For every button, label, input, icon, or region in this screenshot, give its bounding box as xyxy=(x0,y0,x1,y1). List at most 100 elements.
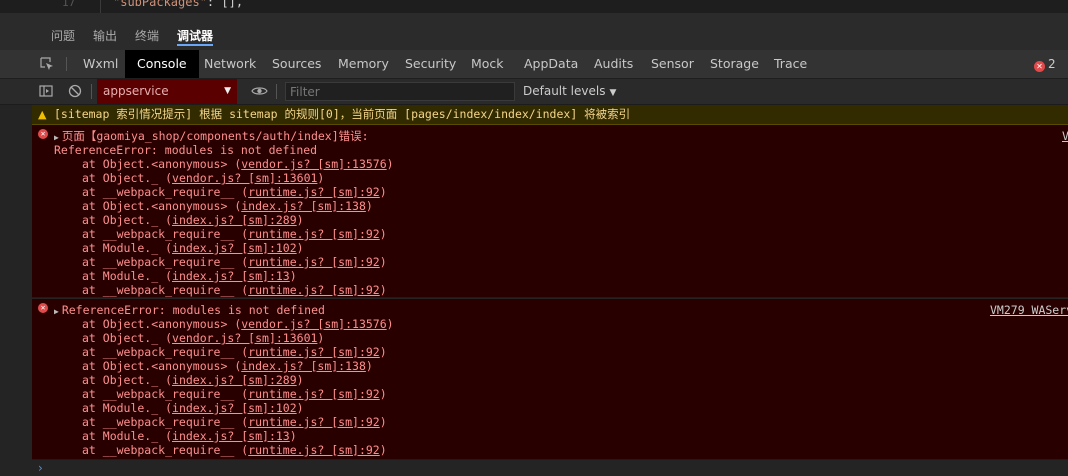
frame-close-paren: ) xyxy=(289,429,297,443)
stack-frame: at __webpack_require__ (runtime.js? [sm]… xyxy=(82,443,387,457)
stack-frame: at Object._ (vendor.js? [sm]:13601) xyxy=(82,171,324,185)
error-header[interactable]: ▶ ReferenceError: modules is not defined xyxy=(54,303,325,317)
stack-frame: at __webpack_require__ (runtime.js? [sm]… xyxy=(82,255,387,269)
log-levels-dropdown[interactable]: Default levels ▼ xyxy=(523,79,616,104)
frame-close-paren: ) xyxy=(386,317,394,331)
frame-function: at Object._ ( xyxy=(82,213,173,227)
error-count-badge[interactable]: ✕ 2 xyxy=(1034,50,1056,78)
warning-icon: ▲ xyxy=(38,108,47,121)
eye-icon[interactable] xyxy=(251,84,268,98)
frame-close-paren: ) xyxy=(296,241,304,255)
stack-frame: at Module._ (index.js? [sm]:102) xyxy=(82,241,304,255)
clear-console-icon[interactable] xyxy=(68,84,82,98)
tab-problems[interactable]: 问题 xyxy=(51,27,75,44)
stack-frame: at __webpack_require__ (runtime.js? [sm]… xyxy=(82,283,387,297)
inspect-element-icon[interactable] xyxy=(40,57,54,71)
frame-close-paren: ) xyxy=(365,199,373,213)
stack-frame: at Object.<anonymous> (vendor.js? [sm]:1… xyxy=(82,317,394,331)
frame-function: at __webpack_require__ ( xyxy=(82,443,249,457)
frame-location-link[interactable]: index.js? [sm]:102 xyxy=(172,241,297,255)
frame-location-link[interactable]: runtime.js? [sm]:92 xyxy=(248,227,380,241)
code-key: "subPackages" xyxy=(113,0,207,9)
stack-frame: at Object.<anonymous> (vendor.js? [sm]:1… xyxy=(82,157,394,171)
console-warning[interactable]: ▲ [sitemap 索引情况提示] 根据 sitemap 的规则[0]，当前页… xyxy=(32,105,1068,125)
tab-audits[interactable]: Audits xyxy=(594,50,633,78)
frame-function: at Object.<anonymous> ( xyxy=(82,157,242,171)
console-error[interactable]: ✕ ▶ ReferenceError: modules is not define… xyxy=(32,299,1068,460)
toggle-sidebar-icon[interactable] xyxy=(39,84,53,98)
error-source-link[interactable]: VM279 WAServ xyxy=(990,303,1068,317)
toolbar-separator xyxy=(276,84,277,99)
stack-frame: at Object._ (index.js? [sm]:289) xyxy=(82,373,304,387)
expand-triangle-icon[interactable]: ▶ xyxy=(54,307,59,316)
console-toolbar: appservice ▼ Default levels▼ xyxy=(0,79,1068,105)
frame-location-link[interactable]: runtime.js? [sm]:92 xyxy=(248,443,380,457)
frame-location-link[interactable]: vendor.js? [sm]:13576 xyxy=(241,317,386,331)
filter-input[interactable] xyxy=(285,82,515,101)
frame-location-link[interactable]: index.js? [sm]:138 xyxy=(241,199,366,213)
frame-location-link[interactable]: index.js? [sm]:138 xyxy=(241,359,366,373)
stack-frame: at Module._ (index.js? [sm]:13) xyxy=(82,429,297,443)
tab-trace[interactable]: Trace xyxy=(774,50,807,78)
frame-location-link[interactable]: index.js? [sm]:289 xyxy=(172,213,297,227)
tab-mock[interactable]: Mock xyxy=(471,50,504,78)
frame-function: at Module._ ( xyxy=(82,241,173,255)
error-source-link[interactable]: V xyxy=(1062,129,1068,143)
tab-network[interactable]: Network xyxy=(204,50,256,78)
line-gutter: 17 xyxy=(0,0,98,13)
frame-close-paren: ) xyxy=(296,373,304,387)
tab-appdata[interactable]: AppData xyxy=(524,50,578,78)
error-header-text: ReferenceError: modules is not defined xyxy=(61,303,325,317)
stack-frame: at __webpack_require__ (runtime.js? [sm]… xyxy=(82,345,387,359)
tab-storage[interactable]: Storage xyxy=(710,50,759,78)
frame-location-link[interactable]: index.js? [sm]:289 xyxy=(172,373,297,387)
frame-location-link[interactable]: runtime.js? [sm]:92 xyxy=(248,415,380,429)
stack-frame: at __webpack_require__ (runtime.js? [sm]… xyxy=(82,415,387,429)
expand-triangle-icon[interactable]: ▶ xyxy=(54,133,59,142)
tab-security[interactable]: Security xyxy=(405,50,456,78)
frame-location-link[interactable]: vendor.js? [sm]:13601 xyxy=(172,331,317,345)
frame-function: at Object.<anonymous> ( xyxy=(82,317,242,331)
tab-sources[interactable]: Sources xyxy=(272,50,321,78)
toolbar-separator xyxy=(91,84,92,99)
stack-frame: at Object._ (index.js? [sm]:289) xyxy=(82,213,304,227)
frame-function: at __webpack_require__ ( xyxy=(82,255,249,269)
tab-output[interactable]: 输出 xyxy=(93,27,117,44)
stack-frame: at Module._ (index.js? [sm]:13) xyxy=(82,269,297,283)
frame-close-paren: ) xyxy=(379,185,387,199)
frame-function: at Module._ ( xyxy=(82,429,173,443)
tab-debugger[interactable]: 调试器 xyxy=(177,27,214,46)
console-prompt[interactable]: › xyxy=(32,460,1068,476)
stack-frame: at __webpack_require__ (runtime.js? [sm]… xyxy=(82,387,387,401)
console-error[interactable]: ✕ ▶ 页面【gaomiya_shop/components/auth/index… xyxy=(32,125,1068,298)
indent-guide xyxy=(100,0,101,13)
frame-close-paren: ) xyxy=(289,269,297,283)
frame-close-paren: ) xyxy=(296,213,304,227)
context-select[interactable]: appservice ▼ xyxy=(97,79,237,104)
frame-location-link[interactable]: index.js? [sm]:102 xyxy=(172,401,297,415)
tab-console[interactable]: Console xyxy=(125,50,199,78)
error-icon: ✕ xyxy=(38,303,48,313)
tab-sensor[interactable]: Sensor xyxy=(651,50,694,78)
frame-function: at __webpack_require__ ( xyxy=(82,283,249,297)
frame-close-paren: ) xyxy=(379,255,387,269)
frame-function: at __webpack_require__ ( xyxy=(82,185,249,199)
frame-location-link[interactable]: runtime.js? [sm]:92 xyxy=(248,185,380,199)
tab-memory[interactable]: Memory xyxy=(338,50,389,78)
frame-location-link[interactable]: index.js? [sm]:13 xyxy=(172,429,290,443)
tab-terminal[interactable]: 终端 xyxy=(135,27,159,44)
frame-location-link[interactable]: vendor.js? [sm]:13576 xyxy=(241,157,386,171)
error-icon: ✕ xyxy=(1034,61,1045,72)
frame-location-link[interactable]: runtime.js? [sm]:92 xyxy=(248,283,380,297)
frame-location-link[interactable]: runtime.js? [sm]:92 xyxy=(248,255,380,269)
frame-location-link[interactable]: runtime.js? [sm]:92 xyxy=(248,345,380,359)
error-header-text: 页面【gaomiya_shop/components/auth/index]错误… xyxy=(61,129,369,143)
frame-location-link[interactable]: vendor.js? [sm]:13601 xyxy=(172,171,317,185)
code-line: "subPackages": [], xyxy=(113,0,243,9)
error-header[interactable]: ▶ 页面【gaomiya_shop/components/auth/index]错… xyxy=(54,129,369,143)
tab-wxml[interactable]: Wxml xyxy=(83,50,118,78)
frame-location-link[interactable]: index.js? [sm]:13 xyxy=(172,269,290,283)
frame-function: at Module._ ( xyxy=(82,269,173,283)
frame-location-link[interactable]: runtime.js? [sm]:92 xyxy=(248,387,380,401)
line-number: 17 xyxy=(62,0,76,9)
